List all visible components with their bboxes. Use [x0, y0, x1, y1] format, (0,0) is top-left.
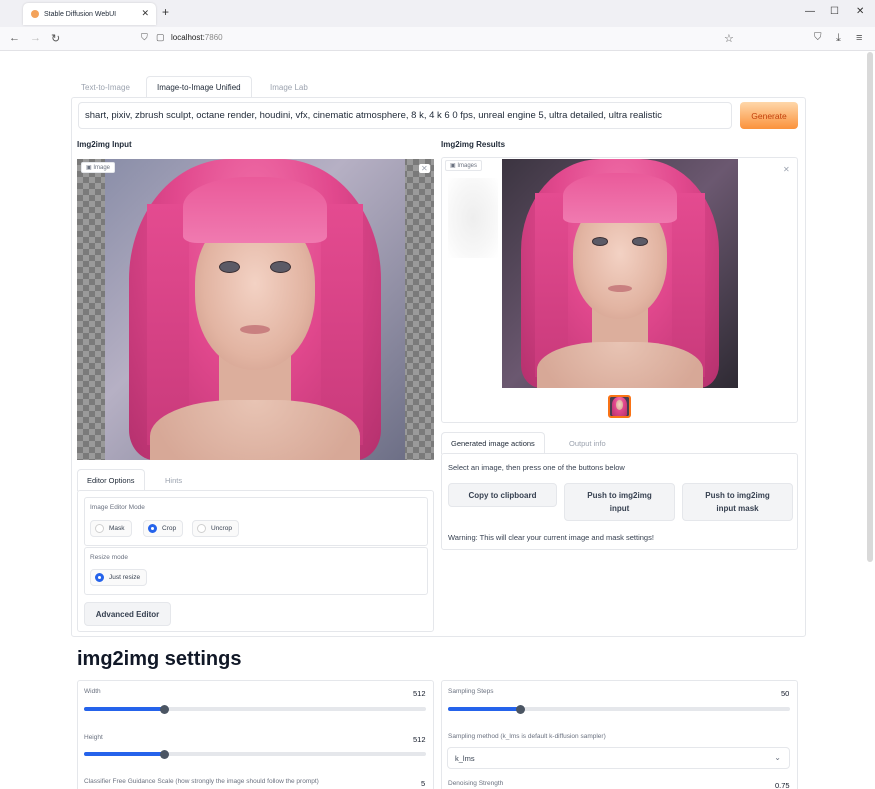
- forward-icon[interactable]: →: [30, 32, 41, 44]
- push-to-img2img-input-button[interactable]: Push to img2img input: [564, 483, 675, 521]
- width-label: Width: [84, 688, 101, 695]
- download-icon[interactable]: ⤓: [836, 32, 841, 45]
- copy-to-clipboard-button[interactable]: Copy to clipboard: [448, 483, 557, 507]
- back-icon[interactable]: ←: [9, 32, 20, 44]
- height-slider[interactable]: [84, 749, 426, 759]
- sampling-steps-label: Sampling Steps: [448, 688, 494, 695]
- results-image-tag: ▣ Images: [445, 160, 483, 171]
- actions-instruction: Select an image, then press one of the b…: [448, 463, 625, 472]
- chevron-down-icon: ⌄: [774, 753, 781, 762]
- resize-just-resize-radio[interactable]: Just resize: [90, 569, 148, 586]
- img2img-results-title: Img2img Results: [441, 140, 506, 149]
- sampling-steps-slider[interactable]: [448, 704, 790, 714]
- page-icon: ▢: [156, 32, 165, 42]
- bookmark-star-icon[interactable]: ☆: [724, 32, 734, 45]
- width-slider-handle[interactable]: [160, 704, 169, 714]
- resize-mode-label: Resize mode: [90, 554, 128, 561]
- browser-tab-bar: Stable Diffusion WebUI ✕ + — ☐ ✕: [0, 0, 875, 27]
- url-bar[interactable]: localhost:7860: [171, 33, 223, 42]
- result-thumbnail[interactable]: [608, 395, 631, 418]
- browser-tab-title: Stable Diffusion WebUI: [44, 10, 117, 18]
- page-scrollbar[interactable]: [867, 52, 873, 562]
- favicon-icon: [31, 10, 39, 18]
- browser-tab[interactable]: Stable Diffusion WebUI ✕: [23, 3, 156, 25]
- tab-hints[interactable]: Hints: [156, 469, 191, 491]
- mode-mask-radio[interactable]: Mask: [90, 520, 132, 537]
- push-to-img2img-mask-button[interactable]: Push to img2img input mask: [682, 483, 793, 521]
- prompt-input[interactable]: shart, pixiv, zbrush sculpt, octane rend…: [78, 102, 732, 129]
- input-image-tag: ▣ Image: [81, 162, 116, 173]
- tab-generated-image-actions[interactable]: Generated image actions: [441, 432, 545, 454]
- radio-selected-icon: [148, 524, 157, 533]
- input-image-canvas[interactable]: ▣ Image ✕: [77, 159, 434, 460]
- editor-mode-label: Image Editor Mode: [90, 504, 145, 511]
- width-value[interactable]: 512: [413, 689, 426, 698]
- height-slider-handle[interactable]: [160, 749, 169, 759]
- reload-icon[interactable]: ↻: [51, 32, 60, 45]
- sampling-steps-value[interactable]: 50: [781, 689, 789, 698]
- denoising-strength-label: Denoising Strength: [448, 780, 504, 787]
- input-image: [105, 159, 405, 460]
- pocket-icon[interactable]: ⛉: [814, 32, 822, 43]
- tab-output-info[interactable]: Output info: [560, 432, 615, 454]
- denoising-strength-value[interactable]: 0.75: [775, 781, 790, 789]
- minimize-icon[interactable]: —: [805, 6, 815, 17]
- cfg-scale-value[interactable]: 5: [421, 779, 425, 788]
- img2img-settings-title: img2img settings: [77, 648, 242, 670]
- blurred-placeholder: [448, 178, 498, 258]
- close-tab-icon[interactable]: ✕: [141, 8, 149, 19]
- tab-image-to-image-unified[interactable]: Image-to-Image Unified: [146, 76, 252, 98]
- browser-nav-bar: ← → ↻ ⛉ ▢ localhost:7860 ☆ ⛉ ⤓ ≡: [0, 27, 875, 51]
- radio-icon: [197, 524, 206, 533]
- tab-image-lab[interactable]: Image Lab: [260, 76, 318, 98]
- clear-image-icon[interactable]: ✕: [419, 164, 430, 173]
- generate-button[interactable]: Generate: [740, 102, 798, 129]
- mode-uncrop-radio[interactable]: Uncrop: [192, 520, 239, 537]
- close-results-icon[interactable]: ✕: [783, 165, 790, 174]
- result-image[interactable]: [502, 159, 738, 388]
- menu-icon[interactable]: ≡: [856, 32, 862, 44]
- radio-icon: [95, 524, 104, 533]
- cfg-scale-label: Classifier Free Guidance Scale (how stro…: [84, 778, 319, 785]
- clear-warning-text: Warning: This will clear your current im…: [448, 533, 654, 542]
- img2img-input-title: Img2img Input: [77, 140, 132, 149]
- radio-selected-icon: [95, 573, 104, 582]
- sampling-method-select[interactable]: k_lms ⌄: [447, 747, 790, 769]
- maximize-icon[interactable]: ☐: [830, 6, 839, 17]
- new-tab-icon[interactable]: +: [162, 5, 169, 19]
- mode-crop-radio[interactable]: Crop: [143, 520, 184, 537]
- width-slider[interactable]: [84, 704, 426, 714]
- height-label: Height: [84, 734, 103, 741]
- sampling-method-label: Sampling method (k_lms is default k-diff…: [448, 733, 606, 740]
- sampling-steps-handle[interactable]: [516, 704, 525, 714]
- shield-icon[interactable]: ⛉: [141, 32, 148, 43]
- left-settings-panel: [77, 680, 434, 789]
- tab-text-to-image[interactable]: Text-to-Image: [71, 76, 140, 98]
- tab-editor-options[interactable]: Editor Options: [77, 469, 145, 491]
- close-window-icon[interactable]: ✕: [856, 6, 864, 17]
- advanced-editor-button[interactable]: Advanced Editor: [84, 602, 171, 626]
- height-value[interactable]: 512: [413, 735, 426, 744]
